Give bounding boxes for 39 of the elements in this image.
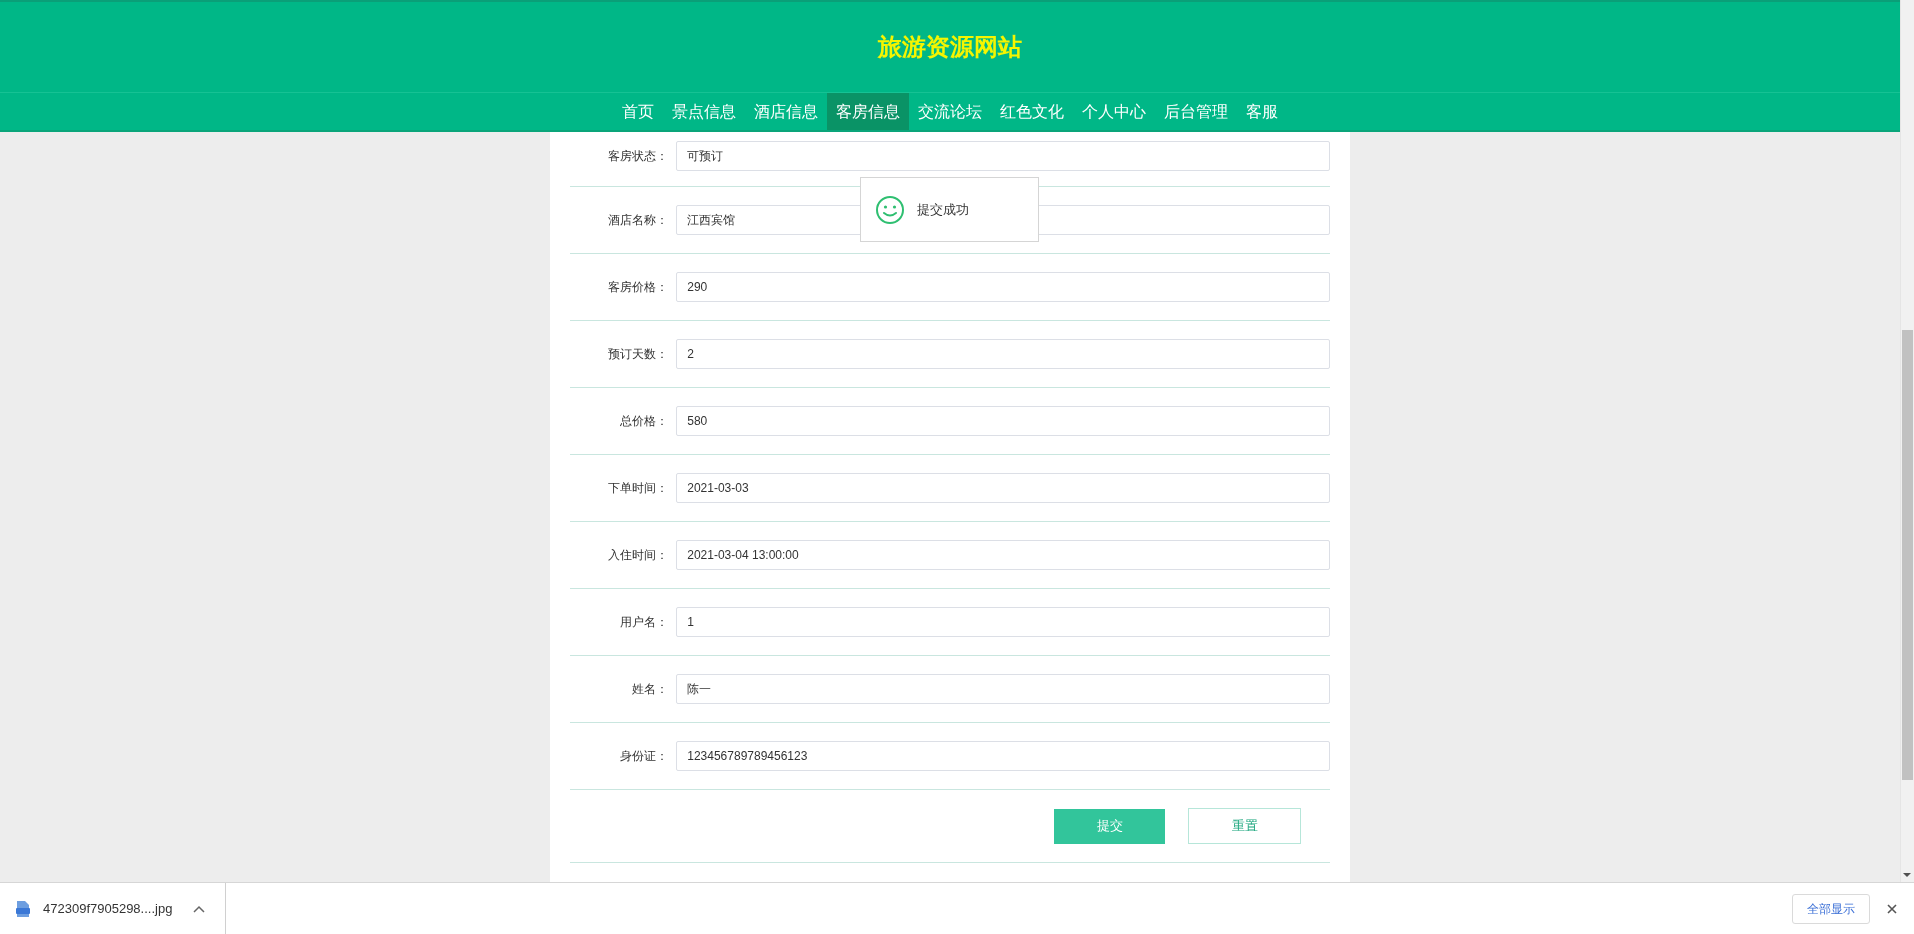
nav-tab[interactable]: 客服	[1237, 93, 1287, 130]
reset-button[interactable]: 重置	[1188, 808, 1301, 844]
show-all-button[interactable]: 全部显示	[1792, 893, 1870, 924]
field-label: 客房价格：	[607, 279, 670, 296]
file-name[interactable]: 472309f7905298....jpg	[43, 898, 183, 919]
text-field[interactable]: 580	[676, 406, 1330, 436]
field-label: 预订天数：	[607, 346, 670, 363]
field-label: 客房状态：	[607, 148, 670, 165]
field-label: 总价格：	[619, 413, 670, 430]
scrollbar-thumb[interactable]	[1902, 330, 1913, 780]
nav-tab[interactable]: 客房信息	[827, 93, 909, 130]
nav-tab[interactable]: 首页	[613, 93, 663, 130]
nav-tab[interactable]: 酒店信息	[745, 93, 827, 130]
close-icon[interactable]	[1886, 902, 1898, 915]
nav-tab[interactable]: 后台管理	[1155, 93, 1237, 130]
text-field[interactable]: 2021-03-03	[676, 473, 1330, 503]
field-label: 酒店名称：	[607, 212, 670, 229]
field-label: 姓名：	[631, 681, 670, 698]
nav-tab[interactable]: 交流论坛	[909, 93, 991, 130]
nav-tab[interactable]: 红色文化	[991, 93, 1073, 130]
text-field[interactable]: 123456789789456123	[676, 741, 1330, 771]
image-file-icon	[15, 899, 31, 918]
nav-tab[interactable]: 个人中心	[1073, 93, 1155, 130]
smiley-icon	[875, 194, 905, 225]
text-field[interactable]: 陈一	[676, 674, 1330, 704]
field-label: 身份证：	[619, 748, 670, 765]
text-field[interactable]: 可预订	[676, 141, 1330, 171]
text-field[interactable]: 290	[676, 272, 1330, 302]
nav-tab[interactable]: 景点信息	[663, 93, 745, 130]
chevron-up-icon[interactable]	[193, 904, 205, 913]
text-field[interactable]: 1	[676, 607, 1330, 637]
text-field[interactable]: 2	[676, 339, 1330, 369]
field-label: 用户名：	[619, 614, 670, 631]
toast-message: 提交成功	[917, 200, 969, 219]
site-title: 旅游资源网站	[878, 32, 1022, 62]
field-label: 入住时间：	[607, 547, 670, 564]
scroll-down-icon[interactable]	[1901, 870, 1913, 880]
text-field[interactable]: 2021-03-04 13:00:00	[676, 540, 1330, 570]
field-label: 下单时间：	[607, 480, 670, 497]
